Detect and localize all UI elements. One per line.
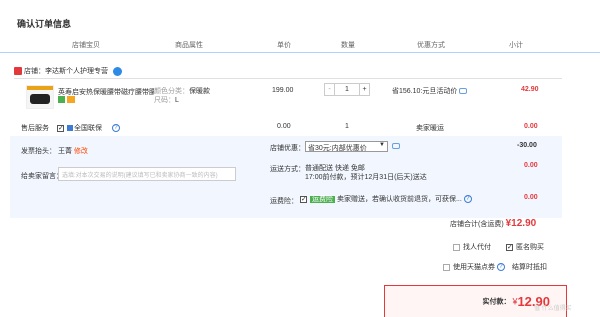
qty-plus-button[interactable]: +	[359, 84, 369, 95]
after-sales-row: 售后服务 全国联保 ?	[21, 123, 120, 133]
shop-label: 店铺：	[23, 68, 45, 75]
proxy-pay-checkbox[interactable]	[453, 243, 460, 251]
after-sales-qty: 1	[345, 123, 349, 130]
site-watermark: 值 什么值得买	[534, 303, 572, 312]
tmall-points-help-icon[interactable]: ?	[496, 263, 505, 272]
after-sales-subtotal: 0.00	[524, 123, 538, 130]
quantity-stepper: - 1 +	[324, 83, 370, 96]
discount-info-icon[interactable]	[459, 88, 468, 95]
shipping-eta: 17:00前付款，预计12月31日(后天)送达	[305, 174, 427, 181]
tmall-points-checkbox[interactable]	[443, 263, 450, 271]
invoice-edit-link[interactable]: 修改	[74, 148, 88, 155]
invoice-value: 王菁	[57, 148, 72, 155]
color-value: 保暖款	[189, 88, 210, 95]
table-header: 店铺宝贝 商品属性 单价 数量 优惠方式 小计	[0, 37, 600, 53]
item-discount-text: 省156.10:元旦活动价	[392, 88, 458, 95]
message-input[interactable]: 选填:对本次交易的说明(建议填写已和卖家协商一致的内容)	[58, 167, 236, 181]
proxy-pay-label: 找人代付	[463, 244, 491, 251]
insurance-text: 卖家赠送，若确认收货前退货，可获保...	[336, 196, 462, 203]
final-payment-box: 实付款： ¥12.90	[384, 285, 567, 317]
item-badges	[58, 96, 75, 105]
insurance-help-icon[interactable]: ?	[463, 195, 472, 204]
qty-input[interactable]: 1	[335, 84, 359, 95]
credit-card-icon[interactable]	[66, 96, 75, 103]
insurance-amount: 0.00	[524, 194, 538, 201]
wangwang-chat-icon[interactable]	[112, 66, 122, 76]
after-sales-shipping: 卖家暖运	[416, 125, 444, 132]
shipping-info: 普通配送 快递 免邮 17:00前付款，预计12月31日(后天)送达	[305, 164, 427, 182]
header-discount: 优惠方式	[417, 42, 445, 49]
shipping-amount: 0.00	[524, 162, 538, 169]
header-qty: 数量	[341, 42, 355, 49]
insurance-checkbox[interactable]	[300, 195, 307, 203]
insurance-label: 运费险：	[270, 198, 298, 205]
chevron-down-icon: ▼	[379, 142, 385, 148]
shipping-method: 普通配送 快递 免邮	[305, 165, 365, 172]
shop-discount-amount: -30.00	[517, 142, 537, 149]
warranty-help-icon[interactable]: ?	[111, 124, 120, 133]
shop-total-value: ¥12.90	[505, 218, 537, 229]
item-thumbnail[interactable]	[26, 85, 54, 109]
header-attrs: 商品属性	[175, 42, 203, 49]
thumbnail-banner	[27, 86, 53, 90]
shop-row: 店铺：李达斯个人护理专营	[14, 66, 122, 78]
header-price: 单价	[277, 42, 291, 49]
points-info: 结算时抵扣	[512, 264, 547, 271]
shop-divider	[14, 78, 562, 79]
page-title: 确认订单信息	[17, 19, 72, 29]
shop-discount-value: 省30元:内部优惠价	[308, 145, 367, 152]
insurance-row: 运费险 卖家赠送，若确认收货前退货，可获保... ?	[300, 194, 472, 204]
header-item: 店铺宝贝	[72, 42, 100, 49]
header-subtotal: 小计	[509, 42, 523, 49]
after-sales-label: 售后服务	[21, 125, 49, 132]
invoice-label: 发票抬头：	[21, 148, 56, 155]
watermark-text: 值 什么值得买	[534, 306, 572, 312]
seven-day-return-icon[interactable]	[58, 96, 65, 103]
proxy-pay-option[interactable]: 找人代付	[453, 242, 491, 252]
insurance-badge: 运费险	[310, 196, 335, 203]
shop-discount-label: 店铺优惠：	[270, 145, 305, 152]
size-label: 尺码：	[154, 97, 175, 104]
anonymous-option[interactable]: 匿名购买	[506, 242, 544, 252]
thumbnail-belt	[30, 94, 50, 104]
warranty-badge-icon	[66, 125, 73, 132]
qty-minus-button[interactable]: -	[325, 84, 335, 95]
shop-discount-select[interactable]: 省30元:内部优惠价 ▼	[305, 141, 388, 152]
shop-discount-info-icon[interactable]	[392, 143, 400, 149]
shop-total-label: 店铺合计(含运费)	[450, 221, 504, 228]
final-label: 实付款：	[482, 298, 511, 306]
shop-icon	[14, 67, 22, 75]
color-label: 颜色分类：	[154, 88, 189, 95]
shop-total-row: 店铺合计(含运费) ¥12.90	[450, 218, 536, 229]
tmall-points-label: 使用天猫点券	[453, 264, 495, 271]
invoice-row: 发票抬头： 王菁 修改	[21, 146, 88, 156]
item-subtotal: 42.90	[521, 86, 539, 93]
message-label: 给卖家留言：	[21, 173, 63, 180]
after-sales-price: 0.00	[277, 123, 291, 130]
item-price: 199.00	[272, 87, 294, 94]
item-attrs: 颜色分类：保暖款 尺码：L	[154, 87, 210, 105]
item-discount: 省156.10:元旦活动价	[392, 86, 468, 96]
anonymous-checkbox[interactable]	[506, 243, 513, 251]
tmall-points-option[interactable]: 使用天猫点券 ?	[443, 262, 505, 272]
warranty-option: 全国联保	[73, 125, 102, 132]
warranty-checkbox[interactable]	[56, 124, 64, 132]
size-value: L	[175, 97, 179, 104]
anonymous-label: 匿名购买	[516, 244, 544, 251]
shipping-label: 运送方式：	[270, 166, 305, 173]
shop-name[interactable]: 李达斯个人护理专营	[45, 68, 108, 75]
